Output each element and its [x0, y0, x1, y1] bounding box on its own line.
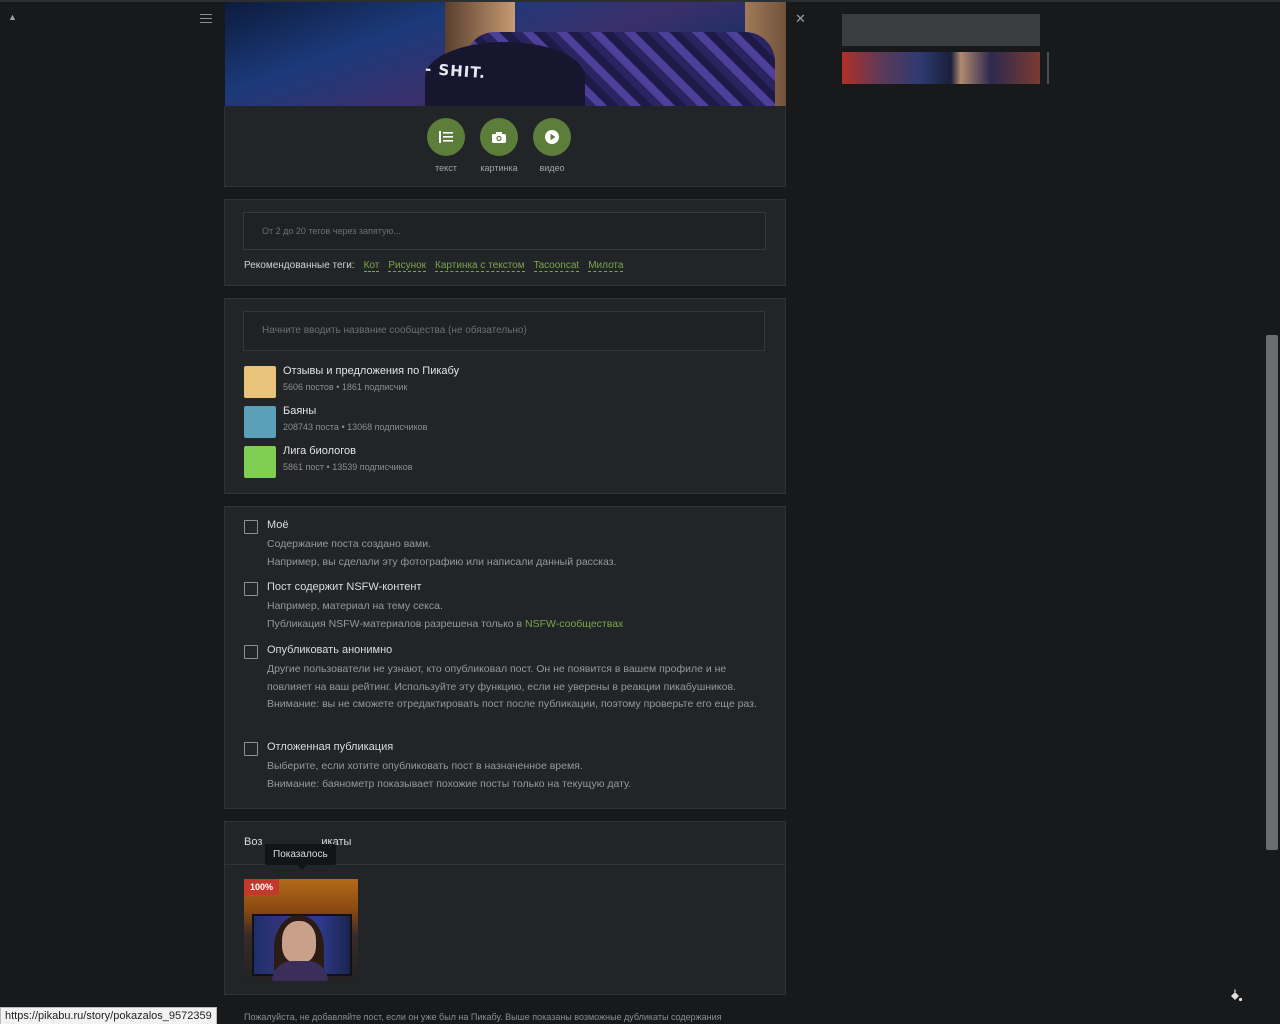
community-meta: 5606 постов • 1861 подписчик [283, 382, 408, 392]
anonymous-checkbox[interactable] [244, 645, 258, 659]
duplicates-panel: Воз икаты Показалось 100% [224, 821, 786, 995]
add-image-button[interactable]: картинка [472, 118, 526, 173]
community-item[interactable]: Баяны 208743 поста • 13068 подписчиков [244, 405, 744, 441]
option-description: Выберите, если хотите опубликовать пост … [267, 760, 632, 790]
community-name: Баяны [283, 405, 317, 417]
option-description: Содержание поста создано вами. Например,… [267, 538, 617, 568]
duplicate-thumbnail[interactable]: 100% [244, 879, 358, 981]
tag-link[interactable]: Tacooncat [533, 260, 580, 272]
community-input[interactable]: Начните вводить название сообщества (не … [243, 311, 765, 351]
match-badge: 100% [244, 879, 280, 895]
option-title: Моё [267, 519, 289, 531]
options-panel: Моё Содержание поста создано вами. Напри… [224, 506, 786, 809]
recommended-tags-label: Рекомендованные теги: [244, 260, 355, 271]
close-icon[interactable]: ✕ [795, 12, 806, 25]
sidebar-thumbnail[interactable] [842, 52, 1040, 84]
status-bar-url: https://pikabu.ru/story/pokazalos_957235… [0, 1007, 217, 1024]
duplicates-notice: Пожалуйста, не добавляйте пост, если он … [244, 1012, 722, 1022]
community-item[interactable]: Лига биологов 5861 пост • 13539 подписчи… [244, 445, 744, 481]
community-item[interactable]: Отзывы и предложения по Пикабу 5606 пост… [244, 365, 744, 401]
option-title: Отложенная публикация [267, 741, 394, 753]
community-avatar [244, 366, 276, 398]
community-panel: Начните вводить название сообщества (не … [224, 298, 786, 494]
option-title: Пост содержит NSFW-контент [267, 581, 422, 593]
tooltip: Показалось [265, 844, 336, 870]
play-icon [533, 118, 571, 156]
video-label: видео [539, 163, 565, 173]
community-meta: 5861 пост • 13539 подписчиков [283, 462, 413, 472]
add-video-button[interactable]: видео [525, 118, 579, 173]
paint-bucket-icon[interactable] [1229, 989, 1243, 1006]
recommended-tags: Рекомендованные теги: Кот Рисунок Картинка … [244, 260, 624, 272]
community-name: Отзывы и предложения по Пикабу [283, 365, 460, 377]
tags-panel: От 2 до 20 тегов через запятую... Рекоме… [224, 199, 786, 286]
scheduled-checkbox[interactable] [244, 742, 258, 756]
option-description: Например, материал на тему секса. Публик… [267, 600, 624, 630]
sidebar-placeholder [842, 14, 1040, 46]
divider [1047, 52, 1049, 84]
add-text-button[interactable]: текст [419, 118, 473, 173]
text-label: текст [435, 163, 457, 173]
mine-checkbox[interactable] [244, 520, 258, 534]
option-description: Другие пользователи не узнают, кто опубл… [267, 663, 757, 710]
community-avatar [244, 446, 276, 478]
scrollbar[interactable] [1266, 335, 1278, 850]
nsfw-communities-link[interactable]: NSFW-сообществах [525, 618, 623, 630]
post-type-panel: текст картинка видео [224, 106, 786, 187]
scroll-up-icon[interactable]: ▲ [8, 12, 17, 22]
community-meta: 208743 поста • 13068 подписчиков [283, 422, 428, 432]
text-icon [427, 118, 465, 156]
option-title: Опубликовать анонимно [267, 644, 393, 656]
camera-icon [480, 118, 518, 156]
tag-link[interactable]: Кот [363, 260, 380, 272]
menu-icon[interactable] [200, 14, 212, 24]
tag-link[interactable]: Милота [588, 260, 624, 272]
post-image: - SHIT. [225, 2, 786, 106]
tag-link[interactable]: Картинка с текстом [435, 260, 525, 272]
community-name: Лига биологов [283, 445, 357, 457]
tag-link[interactable]: Рисунок [388, 260, 427, 272]
tags-input[interactable]: От 2 до 20 тегов через запятую... [243, 212, 766, 250]
image-label: картинка [480, 163, 518, 173]
community-avatar [244, 406, 276, 438]
nsfw-checkbox[interactable] [244, 582, 258, 596]
